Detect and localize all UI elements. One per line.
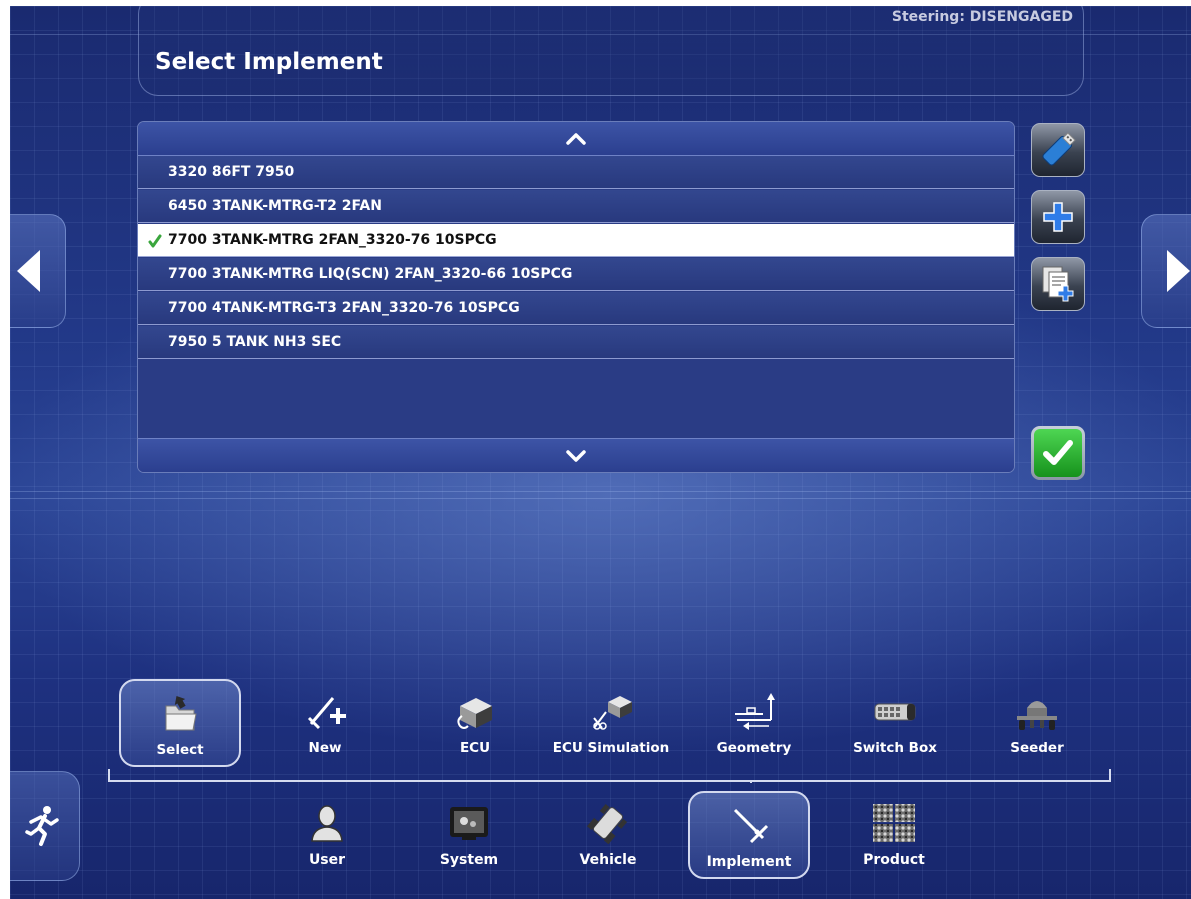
nav-product[interactable]: Product: [833, 791, 955, 879]
scroll-down-button[interactable]: [138, 438, 1014, 472]
product-icon: [864, 801, 924, 845]
subnav-new-label: New: [308, 740, 342, 756]
chevron-down-icon: [566, 449, 586, 462]
usb-import-button[interactable]: [1031, 123, 1085, 177]
page-header: Steering: DISENGAGED Select Implement: [138, 6, 1084, 96]
system-icon: [439, 801, 499, 845]
subnav-ecu-simulation[interactable]: ECU Simulation: [550, 679, 672, 767]
copy-document-icon: [1042, 266, 1074, 302]
implement-icon: [719, 803, 779, 847]
subnav-seeder-label: Seeder: [1010, 740, 1064, 756]
subnav-select[interactable]: Select: [119, 679, 241, 767]
add-implement-button[interactable]: [1031, 190, 1085, 244]
nav-product-label: Product: [863, 852, 925, 868]
nav-bracket: [108, 769, 1111, 783]
subnav-new[interactable]: New: [264, 679, 386, 767]
implement-name: 7950 5 TANK NH3 SEC: [168, 334, 342, 350]
scroll-up-button[interactable]: [138, 122, 1014, 156]
copy-implement-button[interactable]: [1031, 257, 1085, 311]
subnav-geometry[interactable]: Geometry: [693, 679, 815, 767]
subnav-switch-box[interactable]: Switch Box: [834, 679, 956, 767]
ecu-simulation-icon: [581, 689, 641, 733]
implement-name: 6450 3TANK-MTRG-T2 2FAN: [168, 198, 382, 214]
subnav-geometry-label: Geometry: [716, 740, 792, 756]
switch-box-icon: [865, 689, 925, 733]
nav-system-label: System: [439, 852, 499, 868]
subnav-ecu-label: ECU: [459, 740, 491, 756]
nav-vehicle-label: Vehicle: [579, 852, 637, 868]
implement-row[interactable]: 6450 3TANK-MTRG-T2 2FAN: [138, 190, 1014, 223]
exit-button[interactable]: [10, 771, 80, 881]
implement-row[interactable]: 7950 5 TANK NH3 SEC: [138, 326, 1014, 359]
implement-row-selected[interactable]: 7700 3TANK-MTRG 2FAN_3320-76 10SPCG: [138, 224, 1014, 257]
implement-name: 3320 86FT 7950: [168, 164, 295, 180]
steering-status: Steering: DISENGAGED: [891, 9, 1073, 25]
arrow-right-icon: [1167, 250, 1190, 292]
vehicle-icon: [578, 801, 638, 845]
usb-drive-icon: [1042, 132, 1076, 166]
user-icon: [297, 801, 357, 845]
nav-user-label: User: [308, 852, 346, 868]
implement-name: 7700 3TANK-MTRG 2FAN_3320-76 10SPCG: [168, 232, 497, 248]
nav-implement-label: Implement: [706, 854, 792, 870]
next-page-button[interactable]: [1141, 214, 1191, 328]
nav-user[interactable]: User: [266, 791, 388, 879]
implement-list: 3320 86FT 7950 6450 3TANK-MTRG-T2 2FAN 7…: [137, 121, 1015, 473]
nav-vehicle[interactable]: Vehicle: [547, 791, 669, 879]
console-screen: Steering: DISENGAGED Select Implement 33…: [10, 6, 1191, 899]
select-folder-icon: [150, 691, 210, 735]
implement-name: 7700 3TANK-MTRG LIQ(SCN) 2FAN_3320-66 10…: [168, 266, 573, 282]
subnav-ecu[interactable]: ECU: [414, 679, 536, 767]
divider-line: [10, 498, 1191, 499]
ecu-icon: [445, 689, 505, 733]
subnav-ecu-simulation-label: ECU Simulation: [552, 740, 670, 756]
chevron-up-icon: [566, 132, 586, 145]
implement-row[interactable]: 7700 4TANK-MTRG-T3 2FAN_3320-76 10SPCG: [138, 292, 1014, 325]
checkmark-icon: [1043, 440, 1073, 465]
subnav-seeder[interactable]: Seeder: [976, 679, 1098, 767]
new-implement-icon: [295, 689, 355, 733]
implement-name: 7700 4TANK-MTRG-T3 2FAN_3320-76 10SPCG: [168, 300, 520, 316]
arrow-left-icon: [17, 250, 40, 292]
implement-row[interactable]: 7700 3TANK-MTRG LIQ(SCN) 2FAN_3320-66 10…: [138, 258, 1014, 291]
nav-system[interactable]: System: [408, 791, 530, 879]
plus-icon: [1043, 202, 1073, 232]
geometry-icon: [724, 689, 784, 733]
subnav-select-label: Select: [156, 742, 204, 758]
subnav-switch-box-label: Switch Box: [853, 740, 937, 756]
page-title: Select Implement: [155, 49, 383, 75]
divider-line: [10, 491, 1191, 492]
previous-page-button[interactable]: [10, 214, 66, 328]
nav-implement[interactable]: Implement: [688, 791, 810, 879]
implement-row[interactable]: 3320 86FT 7950: [138, 156, 1014, 189]
seeder-icon: [1007, 689, 1067, 733]
confirm-button[interactable]: [1031, 426, 1085, 480]
running-person-icon: [25, 806, 59, 846]
